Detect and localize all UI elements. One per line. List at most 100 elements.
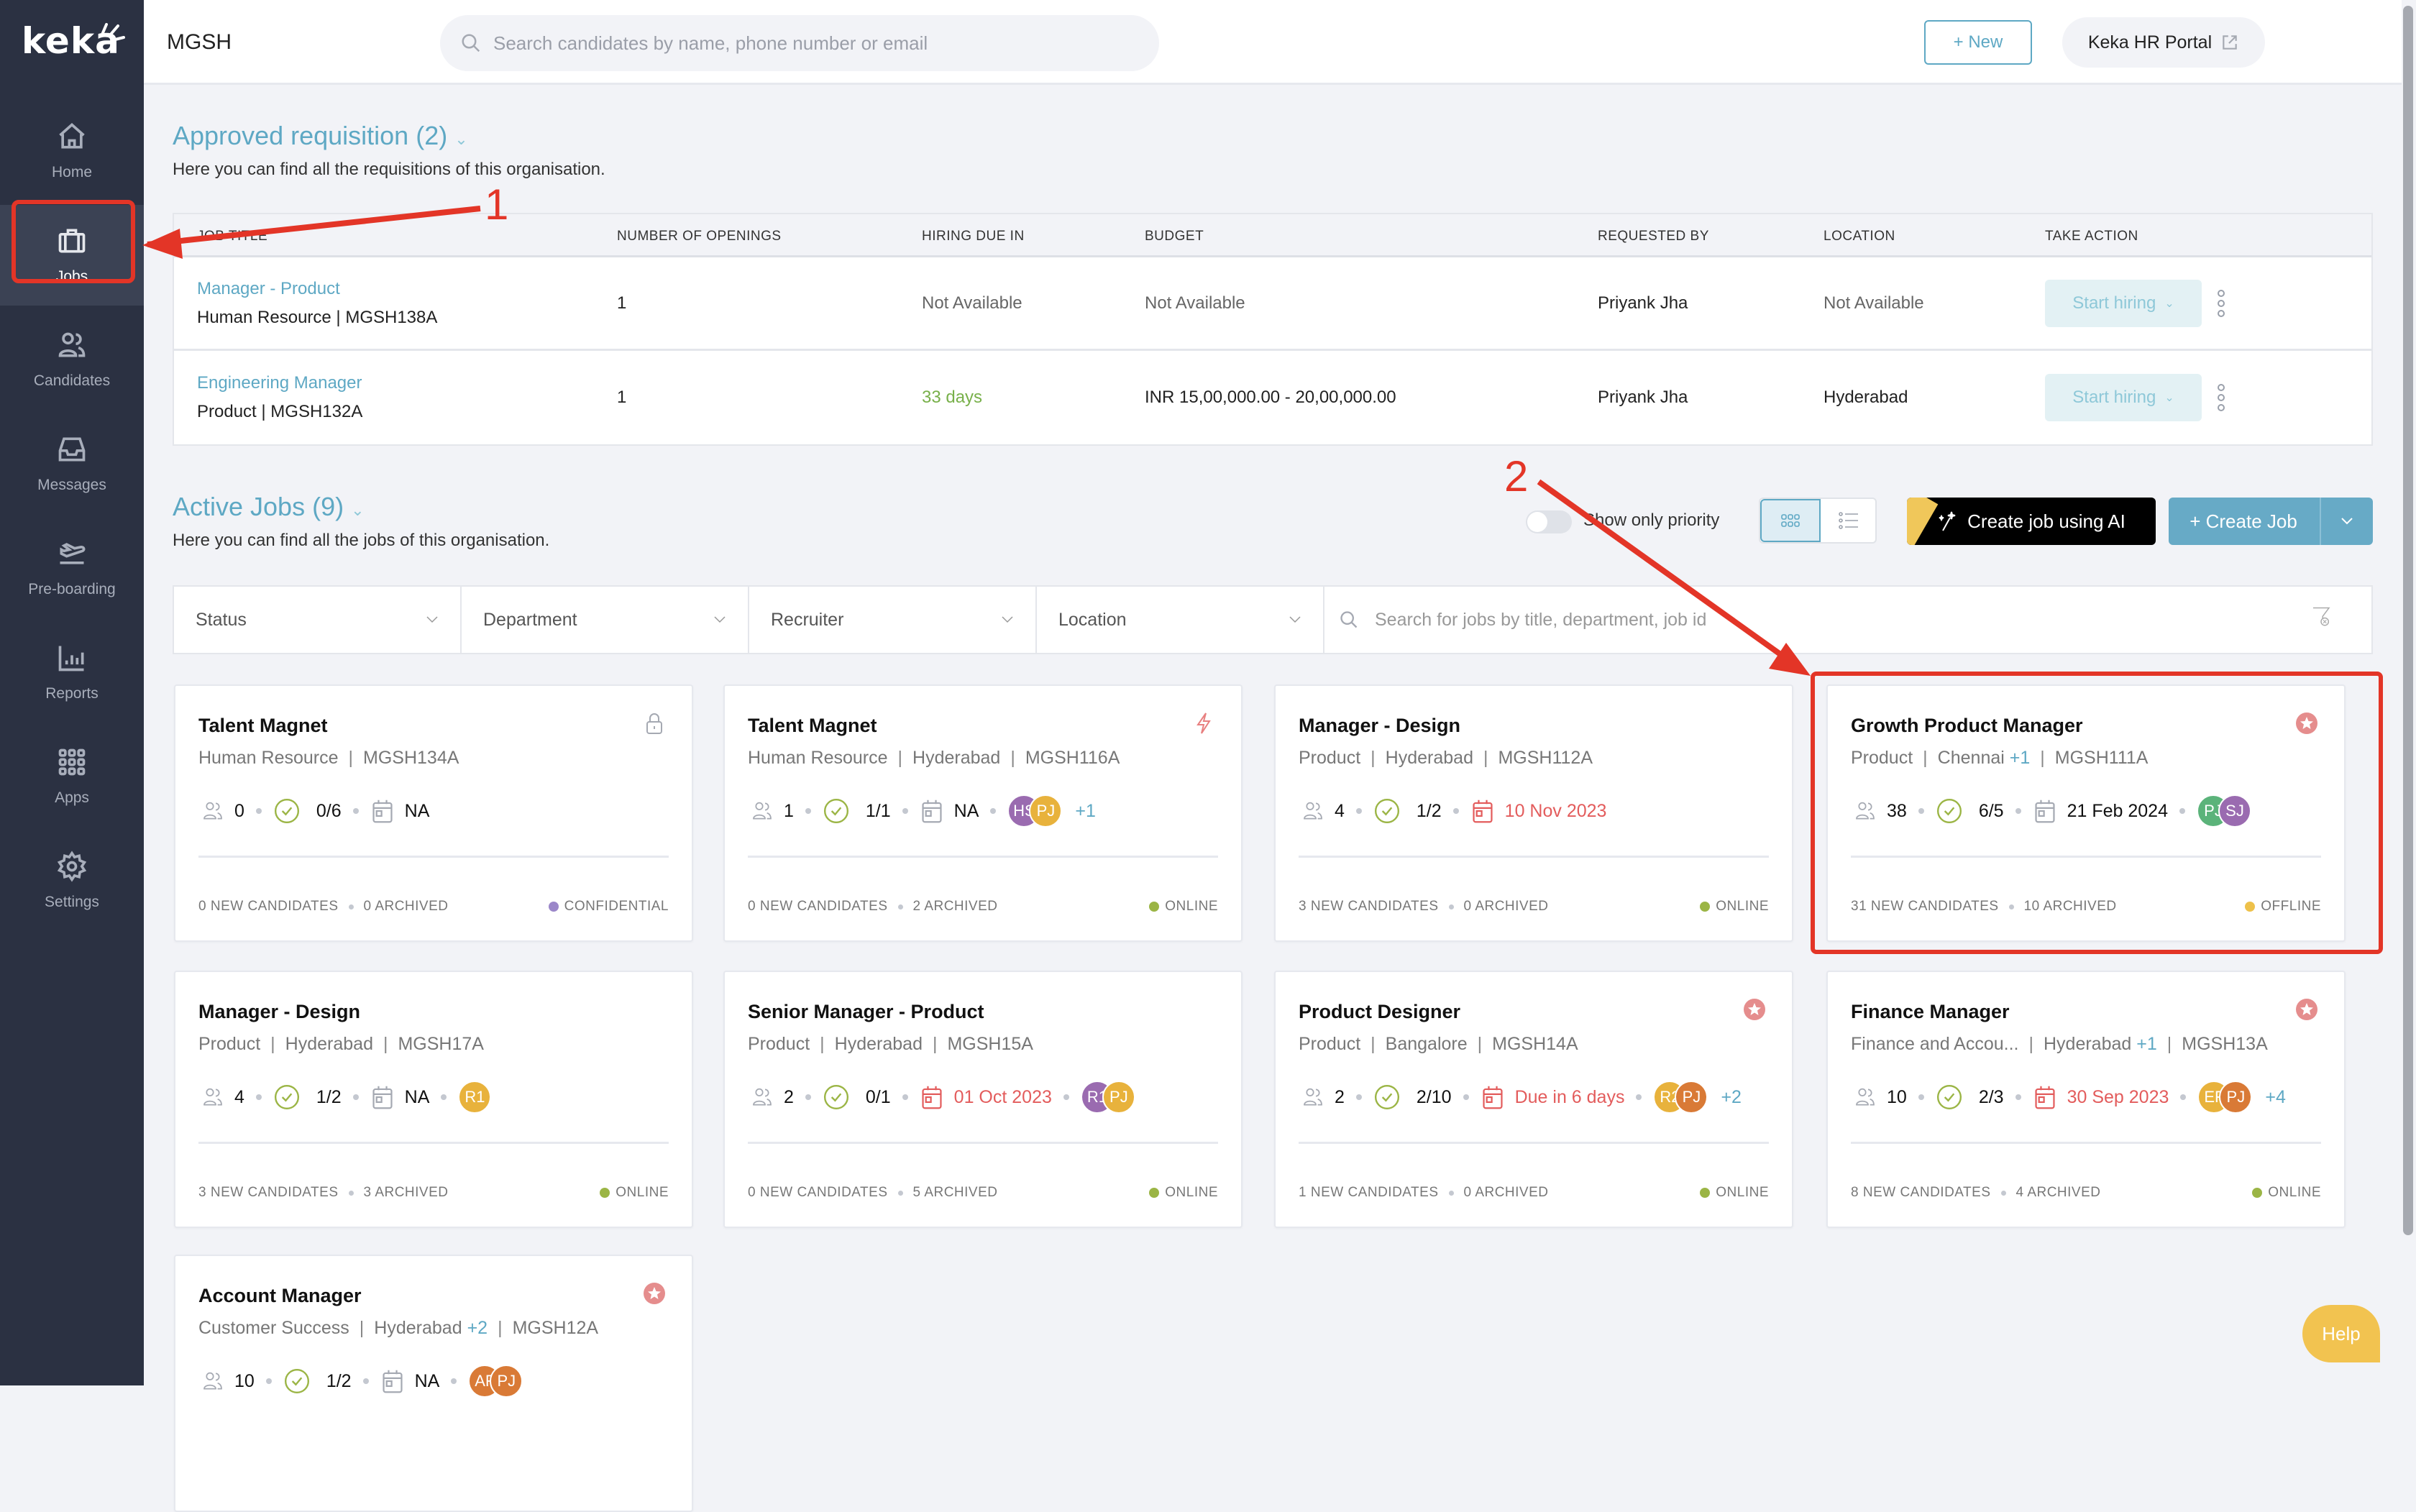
separator-dot [1636, 1094, 1642, 1100]
recruiters-more[interactable]: +2 [1721, 1087, 1742, 1108]
job-stats: 4 1/2 10 Nov 2023 [1301, 794, 1606, 828]
status-dot [1700, 1188, 1711, 1198]
col-requested-by: REQUESTED BY [1598, 229, 1709, 244]
global-search-input[interactable]: Search candidates by name, phone number … [440, 15, 1159, 71]
job-code: MGSH112A [1498, 748, 1593, 768]
recruiter-avatars[interactable]: EF PJ [2197, 1081, 2253, 1114]
sidebar-item-home[interactable]: Home [0, 101, 144, 201]
separator: | [820, 1034, 825, 1054]
requisition-title-link[interactable]: Manager - Product [197, 275, 437, 303]
separator-dot [2000, 1190, 2006, 1196]
requisitions-title[interactable]: Approved requisition (2) ⌄ [173, 121, 468, 151]
job-title[interactable]: Manager - Design [1299, 715, 1460, 737]
job-title[interactable]: Account Manager [198, 1285, 362, 1307]
requisition-title-link[interactable]: Engineering Manager [197, 369, 362, 398]
recruiter-avatar[interactable]: PJ [1102, 1081, 1135, 1114]
start-hiring-button[interactable]: Start hiring ⌄ [2045, 279, 2202, 327]
list-view-button[interactable] [1821, 499, 1875, 542]
hired-ratio: 0/1 [865, 1086, 891, 1107]
start-hiring-button[interactable]: Start hiring ⌄ [2045, 374, 2202, 421]
recruiter-avatar[interactable]: PJ [2219, 1081, 2253, 1114]
job-location: Hyderabad [2043, 1034, 2132, 1054]
help-button[interactable]: Help [2302, 1305, 2380, 1362]
job-card[interactable]: Product Designer Product | Bangalore | MGSH1… [1274, 971, 1793, 1228]
job-card[interactable]: Account Manager Customer Success | Hyderab… [174, 1255, 693, 1512]
recruiter-avatar[interactable]: R1 [458, 1081, 492, 1114]
more-options-icon[interactable] [2216, 288, 2226, 319]
job-title[interactable]: Manager - Design [198, 1001, 360, 1023]
job-status: ONLINE [2252, 1185, 2321, 1201]
job-card[interactable]: Manager - Design Product | Hyderabad | MGSH1… [1274, 684, 1793, 942]
recruiter-avatar[interactable]: PJ [490, 1365, 523, 1398]
recruiter-avatars[interactable]: AF PJ [468, 1365, 523, 1398]
recruiter-avatars[interactable]: R1 [458, 1081, 492, 1114]
job-department: Human Resource [198, 748, 339, 768]
job-card[interactable]: Finance Manager Finance and Accou... | Hyd… [1826, 971, 2346, 1228]
sidebar-item-candidates[interactable]: Candidates [0, 309, 144, 410]
hired-ratio: 1/2 [1416, 800, 1442, 821]
table-row: Manager - Product Human Resource | MGSH1… [174, 257, 2371, 351]
keka-hr-portal-button[interactable]: Keka HR Portal [2062, 17, 2265, 68]
job-search-input[interactable]: Search for jobs by title, department, jo… [1324, 587, 2371, 653]
recruiter-avatars[interactable]: HS PJ [1007, 794, 1063, 828]
scrollbar[interactable] [2403, 6, 2413, 1235]
job-status: ONLINE [1700, 899, 1769, 915]
sidebar-item-reports[interactable]: Reports [0, 622, 144, 723]
job-title[interactable]: Senior Manager - Product [748, 1001, 984, 1023]
filter-recruiter[interactable]: Recruiter [749, 587, 1037, 653]
bolt-icon[interactable] [1192, 712, 1215, 735]
separator: | [897, 748, 903, 768]
priority-label: Show only priority [1583, 510, 1720, 530]
job-card[interactable]: Senior Manager - Product Product | Hyderab… [723, 971, 1243, 1228]
clear-filter-icon[interactable] [2311, 607, 2331, 627]
active-jobs-title[interactable]: Active Jobs (9) ⌄ [173, 492, 365, 522]
chevron-down-icon [1289, 616, 1301, 623]
sidebar-item-label: Settings [45, 894, 99, 910]
create-job-button[interactable]: + Create Job [2169, 498, 2318, 545]
priority-star-icon[interactable] [643, 1282, 666, 1305]
recruiter-avatar[interactable]: PJ [1029, 794, 1063, 828]
separator-dot [2180, 1094, 2187, 1100]
sidebar-item-messages[interactable]: Messages [0, 413, 144, 514]
recruiter-avatars[interactable]: R1 PJ [1080, 1081, 1135, 1114]
candidates-icon [753, 802, 772, 820]
location-more[interactable]: +1 [2136, 1034, 2157, 1054]
job-title[interactable]: Product Designer [1299, 1001, 1460, 1023]
hired-check-icon [274, 1084, 299, 1110]
filter-location[interactable]: Location [1037, 587, 1324, 653]
create-job-dropdown[interactable] [2320, 498, 2373, 545]
job-card[interactable]: Talent Magnet Human Resource | MGSH134A 0 … [174, 684, 693, 942]
job-card[interactable]: Talent Magnet Human Resource | Hyderabad | M… [723, 684, 1243, 942]
candidates-count: 4 [1335, 800, 1345, 821]
sidebar-item-settings[interactable]: Settings [0, 830, 144, 931]
new-button[interactable]: + New [1924, 20, 2032, 65]
candidates-icon [1304, 802, 1322, 820]
hired-ratio: 1/2 [326, 1370, 352, 1391]
job-card[interactable]: Manager - Design Product | Hyderabad | MGSH1… [174, 971, 693, 1228]
hired-check-icon [823, 798, 848, 824]
grid-view-button[interactable] [1760, 499, 1821, 542]
priority-toggle[interactable] [1526, 510, 1572, 533]
filter-department[interactable]: Department [462, 587, 749, 653]
lock-icon[interactable] [643, 712, 666, 735]
recruiters-more[interactable]: +1 [1075, 801, 1096, 822]
sidebar: keka Home Jobs Candidates Messages Pre-b… [0, 0, 144, 1385]
recruiter-avatars[interactable]: R2 PJ [1653, 1081, 1708, 1114]
due-date: NA [404, 1086, 430, 1107]
sidebar-item-apps[interactable]: Apps [0, 726, 144, 827]
card-footer: 8 NEW CANDIDATES 4 ARCHIVED ONLINE [1851, 1185, 2321, 1201]
filter-status[interactable]: Status [174, 587, 462, 653]
sidebar-item-preboarding[interactable]: Pre-boarding [0, 518, 144, 618]
location-more[interactable]: +2 [467, 1318, 488, 1338]
priority-star-icon[interactable] [1743, 998, 1766, 1021]
job-title[interactable]: Talent Magnet [748, 715, 877, 737]
priority-star-icon[interactable] [2295, 998, 2318, 1021]
job-title[interactable]: Finance Manager [1851, 1001, 2010, 1023]
requested-by-value: Priyank Jha [1598, 388, 1688, 407]
more-options-icon[interactable] [2216, 382, 2226, 413]
job-status: ONLINE [600, 1185, 669, 1201]
recruiters-more[interactable]: +4 [2265, 1087, 2286, 1108]
create-job-ai-button[interactable]: Create job using AI [1907, 498, 2156, 545]
job-title[interactable]: Talent Magnet [198, 715, 328, 737]
recruiter-avatar[interactable]: PJ [1675, 1081, 1708, 1114]
